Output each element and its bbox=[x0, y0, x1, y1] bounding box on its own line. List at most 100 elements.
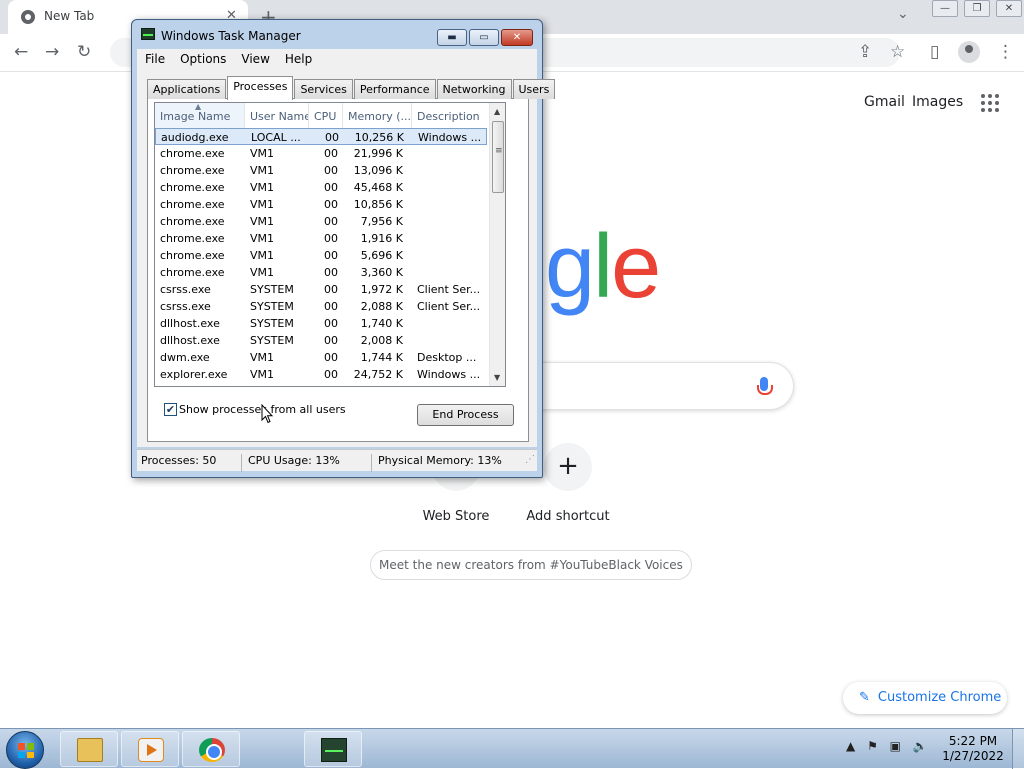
cell-image-name: chrome.exe bbox=[160, 232, 225, 245]
cell-cpu: 00 bbox=[324, 147, 338, 160]
tab-processes[interactable]: Processes bbox=[227, 76, 294, 100]
cell-memory: 2,088 K bbox=[360, 300, 403, 313]
window-controls: — ❐ ✕ bbox=[926, 0, 1022, 18]
scroll-up-icon[interactable]: ▲ bbox=[494, 107, 500, 116]
cell-cpu: 00 bbox=[324, 266, 338, 279]
show-all-users-checkbox[interactable]: ✔ bbox=[164, 403, 177, 416]
table-row[interactable]: explorer.exe VM1 00 24,752 K Windows ... bbox=[155, 366, 487, 383]
table-row[interactable]: chrome.exe VM1 00 3,360 K bbox=[155, 264, 487, 281]
task-manager-window: Windows Task Manager ▬ ▭ ✕ File Options … bbox=[131, 19, 556, 478]
task-manager-titlebar[interactable]: Windows Task Manager ▬ ▭ ✕ bbox=[132, 20, 542, 48]
tab-search-icon[interactable]: ⌄ bbox=[897, 6, 909, 22]
column-memory[interactable]: Memory (... bbox=[343, 103, 412, 128]
cell-user-name: VM1 bbox=[250, 198, 275, 211]
cell-cpu: 00 bbox=[324, 368, 338, 381]
promo-link[interactable]: Meet the new creators from #YouTubeBlack… bbox=[370, 550, 692, 580]
cell-cpu: 00 bbox=[324, 283, 338, 296]
cell-user-name: VM1 bbox=[250, 181, 275, 194]
start-button[interactable] bbox=[6, 731, 44, 769]
back-icon[interactable]: ← bbox=[14, 42, 28, 62]
cell-description: Windows ... bbox=[418, 131, 482, 144]
logo-letter-g: g bbox=[545, 217, 595, 317]
taskbar-clock[interactable]: 5:22 PM 1/27/2022 bbox=[938, 734, 1008, 764]
tab-strip: Applications Processes Services Performa… bbox=[147, 76, 556, 100]
process-list-scrollbar[interactable]: ▲ ▼ bbox=[489, 103, 505, 386]
clock-date: 1/27/2022 bbox=[942, 749, 1004, 763]
table-row[interactable]: chrome.exe VM1 00 1,916 K bbox=[155, 230, 487, 247]
menu-file[interactable]: File bbox=[137, 49, 172, 69]
window-minimize-button[interactable]: — bbox=[932, 0, 958, 17]
cell-image-name: chrome.exe bbox=[160, 215, 225, 228]
cell-description: Client Ser... bbox=[417, 300, 481, 313]
cell-memory: 3,360 K bbox=[360, 266, 403, 279]
volume-icon[interactable]: 🔈 bbox=[913, 739, 928, 753]
gmail-link[interactable]: Gmail bbox=[864, 94, 905, 110]
tab-networking[interactable]: Networking bbox=[436, 79, 512, 99]
windows-taskbar: ▲ ⚑ ▣ 🔈 5:22 PM 1/27/2022 bbox=[0, 728, 1024, 769]
taskbar-chrome[interactable] bbox=[182, 731, 240, 767]
tab-performance[interactable]: Performance bbox=[353, 79, 436, 99]
table-row[interactable]: dllhost.exe SYSTEM 00 1,740 K bbox=[155, 315, 487, 332]
side-panel-icon[interactable]: ▯ bbox=[930, 42, 939, 62]
google-apps-icon[interactable] bbox=[981, 94, 999, 112]
table-row[interactable]: chrome.exe VM1 00 7,956 K bbox=[155, 213, 487, 230]
share-icon[interactable]: ⇪ bbox=[858, 42, 872, 62]
reload-icon[interactable]: ↻ bbox=[77, 42, 91, 62]
images-link[interactable]: Images bbox=[912, 94, 963, 110]
table-row[interactable]: chrome.exe VM1 00 45,468 K bbox=[155, 179, 487, 196]
scroll-thumb[interactable] bbox=[492, 121, 504, 193]
folder-icon bbox=[77, 738, 103, 762]
window-close-button[interactable]: ✕ bbox=[996, 0, 1022, 17]
end-process-button[interactable]: End Process bbox=[417, 404, 514, 426]
menu-help[interactable]: Help bbox=[277, 49, 319, 69]
table-row[interactable]: chrome.exe VM1 00 21,996 K bbox=[155, 145, 487, 162]
cell-image-name: dllhost.exe bbox=[160, 317, 220, 330]
forward-icon[interactable]: → bbox=[45, 42, 59, 62]
column-description[interactable]: Description bbox=[412, 103, 489, 128]
tm-maximize-button[interactable]: ▭ bbox=[469, 29, 499, 46]
profile-avatar-icon[interactable] bbox=[958, 41, 980, 63]
task-manager-icon bbox=[321, 738, 347, 762]
voice-search-mic-icon[interactable] bbox=[757, 377, 773, 395]
tab-users[interactable]: Users bbox=[512, 79, 556, 99]
tab-applications[interactable]: Applications bbox=[147, 79, 227, 99]
window-restore-button[interactable]: ❐ bbox=[964, 0, 990, 17]
bookmark-star-icon[interactable]: ☆ bbox=[890, 42, 905, 62]
show-hidden-icons-icon[interactable]: ▲ bbox=[846, 739, 855, 753]
chrome-menu-icon[interactable]: ⋮ bbox=[997, 42, 1014, 62]
process-rows: audiodg.exe LOCAL ... 00 10,256 K Windows ..… bbox=[155, 128, 489, 383]
cell-image-name: chrome.exe bbox=[160, 249, 225, 262]
show-all-users-option[interactable]: ✔ Show processes from all users bbox=[164, 403, 346, 416]
action-center-flag-icon[interactable]: ⚑ bbox=[867, 739, 878, 753]
cell-cpu: 00 bbox=[324, 351, 338, 364]
tab-services[interactable]: Services bbox=[294, 79, 353, 99]
menu-options[interactable]: Options bbox=[172, 49, 233, 69]
cell-memory: 1,972 K bbox=[360, 283, 403, 296]
tm-minimize-button[interactable]: ▬ bbox=[437, 29, 467, 46]
cell-cpu: 00 bbox=[324, 181, 338, 194]
cell-user-name: SYSTEM bbox=[250, 334, 294, 347]
column-image-name[interactable]: ▲ Image Name bbox=[155, 103, 245, 128]
table-row[interactable]: dllhost.exe SYSTEM 00 2,008 K bbox=[155, 332, 487, 349]
taskbar-explorer[interactable] bbox=[60, 731, 118, 767]
table-row[interactable]: csrss.exe SYSTEM 00 1,972 K Client Ser... bbox=[155, 281, 487, 298]
network-icon[interactable]: ▣ bbox=[890, 739, 901, 753]
table-row[interactable]: chrome.exe VM1 00 10,856 K bbox=[155, 196, 487, 213]
table-row[interactable]: chrome.exe VM1 00 5,696 K bbox=[155, 247, 487, 264]
show-desktop-button[interactable] bbox=[1012, 729, 1024, 769]
tm-close-button[interactable]: ✕ bbox=[501, 29, 533, 46]
menu-view[interactable]: View bbox=[233, 49, 276, 69]
column-user-name[interactable]: User Name bbox=[245, 103, 309, 128]
add-shortcut-plus-icon: + bbox=[544, 443, 592, 491]
column-cpu[interactable]: CPU bbox=[309, 103, 343, 128]
customize-chrome-button[interactable]: ✎ Customize Chrome bbox=[843, 682, 1007, 714]
table-row[interactable]: csrss.exe SYSTEM 00 2,088 K Client Ser... bbox=[155, 298, 487, 315]
scroll-down-icon[interactable]: ▼ bbox=[494, 373, 500, 382]
resize-grip-icon[interactable]: ⋰ bbox=[525, 454, 535, 465]
table-row[interactable]: chrome.exe VM1 00 13,096 K bbox=[155, 162, 487, 179]
table-row[interactable]: dwm.exe VM1 00 1,744 K Desktop ... bbox=[155, 349, 487, 366]
taskbar-task-manager[interactable] bbox=[304, 731, 362, 767]
table-row[interactable]: audiodg.exe LOCAL ... 00 10,256 K Windows ..… bbox=[155, 128, 487, 145]
logo-letter-e: e bbox=[611, 217, 661, 317]
taskbar-media-player[interactable] bbox=[121, 731, 179, 767]
